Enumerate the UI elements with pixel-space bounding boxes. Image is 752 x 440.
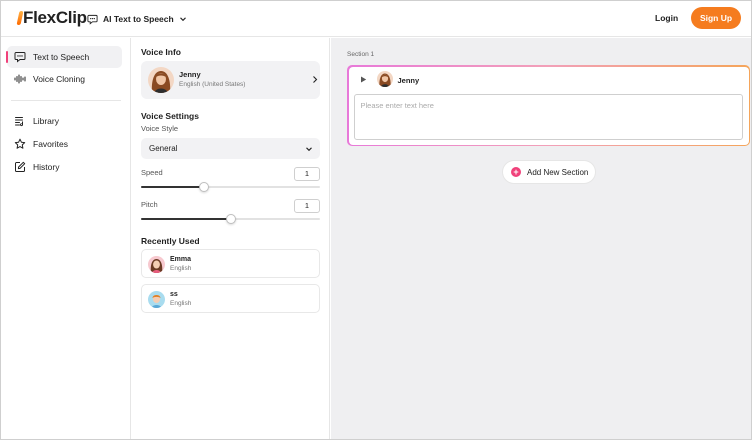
speed-value-input[interactable]: 1 xyxy=(294,167,320,181)
avatar xyxy=(148,256,165,273)
voice-info-title: Voice Info xyxy=(141,47,181,57)
sidebar-item-voice-cloning[interactable]: Voice Cloning xyxy=(7,68,122,90)
sidebar-item-label: History xyxy=(33,162,60,172)
pitch-slider[interactable] xyxy=(141,214,320,224)
chevron-down-icon xyxy=(179,17,186,22)
sidebar-item-library[interactable]: Library xyxy=(7,110,122,132)
sidebar-item-favorites[interactable]: Favorites xyxy=(7,133,122,155)
pitch-label: Pitch xyxy=(141,200,158,209)
speech-bubble-icon xyxy=(87,14,98,25)
section-voice-name[interactable]: Jenny xyxy=(398,76,420,85)
sidebar-item-label: Favorites xyxy=(33,139,68,149)
waveform-icon xyxy=(14,73,26,85)
voice-style-select[interactable]: General xyxy=(141,138,320,159)
avatar xyxy=(148,291,165,308)
tool-switcher[interactable]: AI Text to Speech xyxy=(87,11,187,27)
logo-text: FlexClip xyxy=(23,8,87,27)
sidebar-nav: Text to Speech Voice Cloning Library Fav… xyxy=(1,38,131,439)
pitch-slider-fill xyxy=(141,218,231,220)
sidebar-item-label: Library xyxy=(33,116,59,126)
add-new-section-label: Add New Section xyxy=(527,167,589,177)
section-card: Jenny xyxy=(347,65,750,146)
sign-up-button[interactable]: Sign Up xyxy=(691,7,741,29)
recent-voice-name: Emma xyxy=(170,256,192,263)
play-icon[interactable] xyxy=(360,76,367,83)
login-link[interactable]: Login xyxy=(655,13,678,23)
avatar xyxy=(148,67,174,93)
speed-slider-fill xyxy=(141,186,204,188)
sidebar-item-text-to-speech[interactable]: Text to Speech xyxy=(6,46,122,68)
chevron-right-icon xyxy=(313,76,318,83)
sidebar-item-label: Voice Cloning xyxy=(33,74,85,84)
speech-bubble-icon xyxy=(14,51,26,63)
recent-voice-language: English xyxy=(170,300,192,307)
sidebar-divider xyxy=(11,100,121,101)
recent-voice-card[interactable]: Emma English xyxy=(141,249,320,278)
chevron-down-icon xyxy=(306,147,312,152)
voice-style-label: Voice Style xyxy=(141,124,179,133)
voice-style-value: General xyxy=(149,144,178,153)
selected-voice-card[interactable]: Jenny English (United States) xyxy=(141,61,320,99)
flexclip-logo[interactable]: FlexClip xyxy=(16,8,87,28)
section-card-inner: Jenny xyxy=(348,66,749,145)
recently-used-title: Recently Used xyxy=(141,236,200,246)
speed-slider-thumb[interactable] xyxy=(198,182,209,192)
speed-slider[interactable] xyxy=(141,182,320,192)
section-label: Section 1 xyxy=(347,51,375,58)
top-header: FlexClip AI Text to Speech Login Sign Up xyxy=(1,1,751,37)
recent-voice-name: ss xyxy=(170,291,178,298)
recent-voice-card[interactable]: ss English xyxy=(141,284,320,313)
recent-voice-language: English xyxy=(170,265,192,272)
voice-language: English (United States) xyxy=(179,81,246,88)
plus-icon: + xyxy=(511,167,521,177)
sidebar-item-history[interactable]: History xyxy=(7,156,122,178)
star-icon xyxy=(14,138,26,150)
voice-name: Jenny xyxy=(179,70,201,79)
add-new-section-button[interactable]: + Add New Section xyxy=(503,161,595,183)
voice-settings-panel: Voice Info Jenny English (United States)… xyxy=(132,38,330,439)
app-window: FlexClip AI Text to Speech Login Sign Up xyxy=(0,0,752,440)
library-icon xyxy=(14,115,26,127)
tool-switcher-label: AI Text to Speech xyxy=(103,14,174,24)
pitch-value-input[interactable]: 1 xyxy=(294,199,320,213)
script-text-input[interactable] xyxy=(353,93,743,140)
speed-label: Speed xyxy=(141,168,163,177)
avatar[interactable] xyxy=(376,70,393,87)
pitch-slider-thumb[interactable] xyxy=(225,214,236,224)
voice-settings-title: Voice Settings xyxy=(141,111,199,121)
sidebar-item-label: Text to Speech xyxy=(33,52,90,62)
script-editor: Section 1 Jenny Please enter text here +… xyxy=(331,38,751,439)
edit-icon xyxy=(14,161,26,173)
